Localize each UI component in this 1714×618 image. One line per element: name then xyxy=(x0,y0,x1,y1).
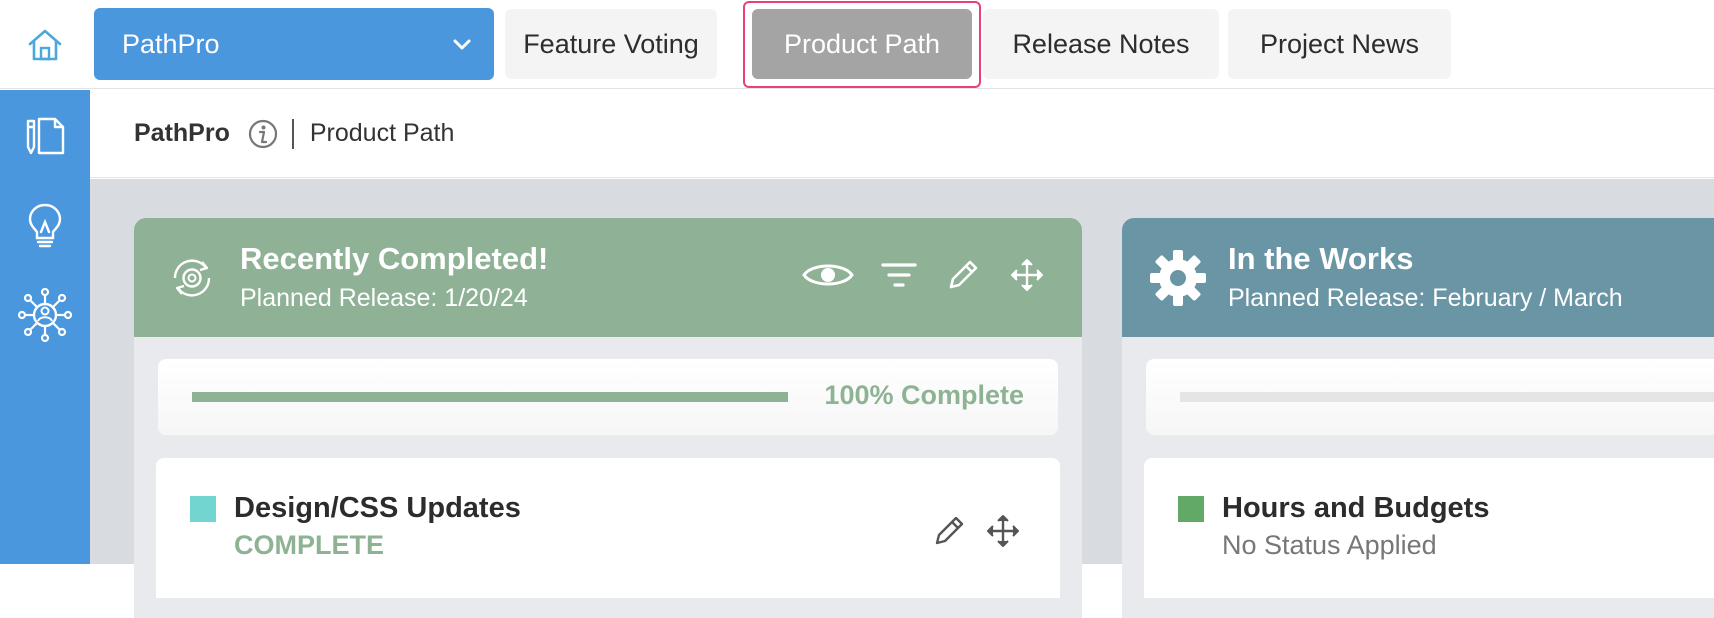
home-button[interactable] xyxy=(0,0,90,89)
tab-product-path[interactable]: Product Path xyxy=(743,1,981,88)
tab-project-news[interactable]: Project News xyxy=(1228,9,1451,79)
list-item[interactable]: Hours and Budgets No Status Applied xyxy=(1144,458,1714,598)
filter-icon[interactable] xyxy=(880,256,918,294)
column-header: Recently Completed! Planned Release: 1/2… xyxy=(134,218,1082,337)
list-item[interactable]: Design/CSS Updates COMPLETE xyxy=(156,458,1060,598)
sidebar-item-ideas[interactable] xyxy=(0,190,90,260)
progress-bar xyxy=(1180,392,1714,402)
tab-release-notes[interactable]: Release Notes xyxy=(983,9,1219,79)
column-subtitle: Planned Release: February / March xyxy=(1228,284,1623,312)
breadcrumb-page: Product Path xyxy=(309,119,455,147)
sidebar-item-notes[interactable] xyxy=(0,100,90,170)
eye-icon[interactable] xyxy=(802,256,854,294)
column-title: In the Works xyxy=(1228,241,1414,276)
move-icon[interactable] xyxy=(984,512,1022,550)
progress-bar xyxy=(192,392,788,402)
column-title: Recently Completed! xyxy=(240,241,549,276)
info-icon[interactable] xyxy=(248,119,278,149)
breadcrumb: PathPro Product Path xyxy=(90,90,1714,178)
roadmap-board: Recently Completed! Planned Release: 1/2… xyxy=(90,179,1714,618)
breadcrumb-root[interactable]: PathPro xyxy=(134,119,230,148)
project-select[interactable]: PathPro xyxy=(94,8,494,80)
progress-card xyxy=(1146,359,1714,435)
pencil-icon[interactable] xyxy=(930,512,968,550)
tab-label: Feature Voting xyxy=(523,28,699,59)
item-color-swatch xyxy=(190,496,216,522)
item-status: COMPLETE xyxy=(234,530,385,560)
home-icon xyxy=(28,29,62,60)
network-icon xyxy=(17,287,73,343)
item-title: Design/CSS Updates xyxy=(234,492,521,524)
progress-label: 100% Complete xyxy=(824,380,1024,410)
chevron-down-icon xyxy=(453,39,471,50)
lightbulb-icon xyxy=(28,203,62,248)
item-title: Hours and Budgets xyxy=(1222,492,1490,524)
pencil-icon[interactable] xyxy=(944,256,982,294)
tab-label: Release Notes xyxy=(1012,28,1190,59)
notes-pencil-icon xyxy=(26,117,65,155)
gear-icon xyxy=(1150,250,1206,306)
column-header: In the Works Planned Release: February /… xyxy=(1122,218,1714,337)
top-nav: PathPro Feature Voting Product Path Rele… xyxy=(0,0,1714,89)
tab-label: Product Path xyxy=(783,28,941,59)
sidebar-item-network[interactable] xyxy=(0,280,90,350)
move-icon[interactable] xyxy=(1008,256,1046,294)
item-status: No Status Applied xyxy=(1222,530,1437,560)
project-select-label: PathPro xyxy=(122,28,220,59)
item-toolbar xyxy=(930,512,1022,550)
sidebar xyxy=(0,90,90,564)
column-recently-completed: Recently Completed! Planned Release: 1/2… xyxy=(134,218,1082,618)
gear-cycle-icon xyxy=(173,259,211,297)
tab-feature-voting[interactable]: Feature Voting xyxy=(505,9,717,79)
column-toolbar xyxy=(802,256,1046,294)
tab-label: Project News xyxy=(1259,28,1420,59)
progress-bar-fill xyxy=(192,392,788,402)
column-subtitle: Planned Release: 1/20/24 xyxy=(240,284,528,312)
breadcrumb-divider xyxy=(291,118,294,149)
progress-card: 100% Complete xyxy=(158,359,1058,435)
column-in-the-works: In the Works Planned Release: February /… xyxy=(1122,218,1714,618)
item-color-swatch xyxy=(1178,496,1204,522)
